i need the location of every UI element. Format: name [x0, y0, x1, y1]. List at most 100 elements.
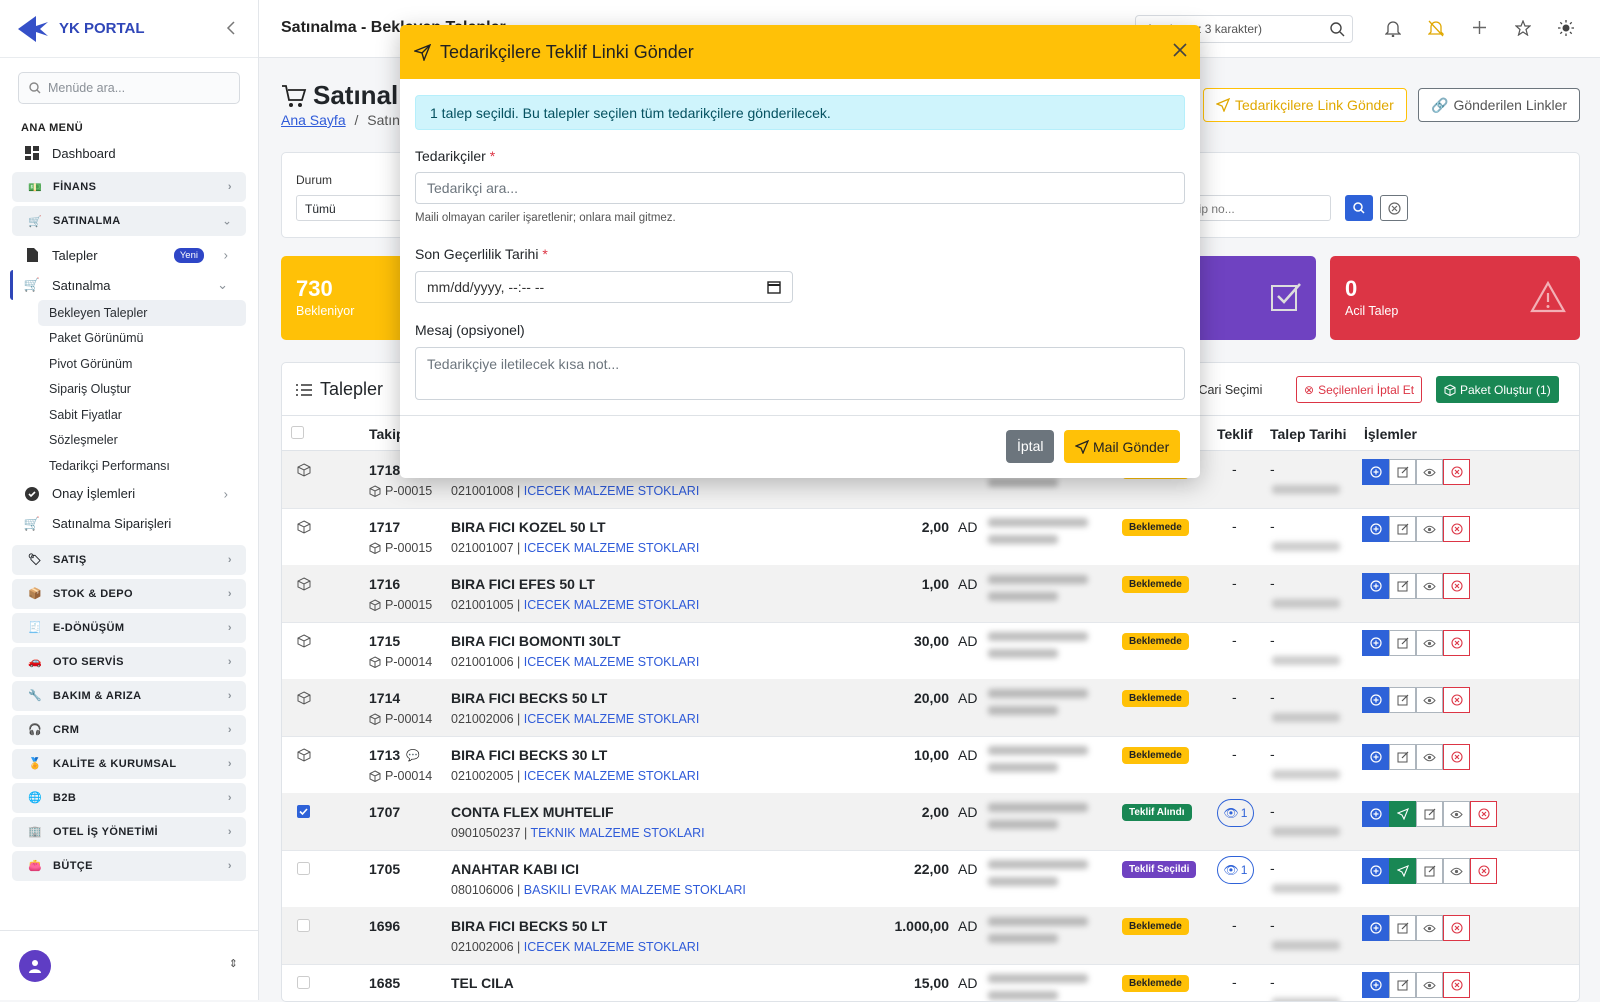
sidebar-group-b2b[interactable]: 🌐 B2B ›	[12, 782, 246, 813]
row-id[interactable]: 1715	[369, 633, 400, 649]
add-offer-button[interactable]	[1362, 459, 1389, 485]
category-link[interactable]: ICECEK MALZEME STOKLARI	[524, 712, 700, 726]
filter-clear-button[interactable]	[1380, 195, 1408, 221]
table-row[interactable]: 1696 BIRA FICI BECKS 50 LT 021002006 | I…	[282, 907, 1579, 965]
tracking-no-input[interactable]: akip no...	[1181, 195, 1331, 221]
category-link[interactable]: ICECEK MALZEME STOKLARI	[524, 769, 700, 783]
add-offer-button[interactable]	[1362, 972, 1389, 998]
menu-search-input[interactable]: Menüde ara...	[18, 72, 240, 104]
sidebar-item-siparisler[interactable]: 🛒 Satınalma Siparişleri	[0, 509, 258, 539]
category-link[interactable]: ICECEK MALZEME STOKLARI	[524, 598, 700, 612]
category-link[interactable]: TEKNIK MALZEME STOKLARI	[531, 826, 705, 840]
add-offer-button[interactable]	[1362, 687, 1389, 713]
view-button[interactable]	[1416, 630, 1443, 656]
category-link[interactable]: ICECEK MALZEME STOKLARI	[524, 940, 700, 954]
add-offer-button[interactable]	[1362, 630, 1389, 656]
cancel-row-button[interactable]	[1443, 972, 1470, 998]
cancel-row-button[interactable]	[1470, 858, 1497, 884]
sidebar-group-oto[interactable]: 🚗 OTO SERVİS ›	[12, 646, 246, 677]
expand-user-icon[interactable]: ⇕	[229, 957, 238, 970]
category-link[interactable]: ICECEK MALZEME STOKLARI	[524, 655, 700, 669]
table-row[interactable]: 1717 P-00015 BIRA FICI KOZEL 50 LT 02100…	[282, 508, 1579, 566]
category-link[interactable]: ICECEK MALZEME STOKLARI	[524, 484, 700, 498]
edit-button[interactable]	[1389, 915, 1416, 941]
sidebar-group-kalite[interactable]: 🏅 KALİTE & KURUMSAL ›	[12, 748, 246, 779]
sidebar-group-stok[interactable]: 📦 STOK & DEPO ›	[12, 578, 246, 609]
view-button[interactable]	[1416, 459, 1443, 485]
view-button[interactable]	[1416, 573, 1443, 599]
cancel-row-button[interactable]	[1443, 516, 1470, 542]
view-button[interactable]	[1443, 801, 1470, 827]
sidebar-sub-pivot[interactable]: Pivot Görünüm	[0, 351, 258, 377]
view-button[interactable]	[1416, 687, 1443, 713]
sidebar-sub-siparis[interactable]: Sipariş Oluştur	[0, 377, 258, 403]
sidebar-group-bakim[interactable]: 🔧 BAKIM & ARIZA ›	[12, 680, 246, 711]
cancel-row-button[interactable]	[1443, 630, 1470, 656]
supplier-search-input[interactable]: Tedarikçi ara...	[415, 172, 1185, 204]
row-id[interactable]: 1718	[369, 462, 400, 478]
row-id[interactable]: 1713 💬	[369, 747, 420, 763]
sidebar-group-satis[interactable]: 🏷 SATIŞ ›	[12, 544, 246, 575]
sidebar-group-butce[interactable]: 👛 BÜTÇE ›	[12, 850, 246, 881]
message-textarea[interactable]: Tedarikçiye iletilecek kısa not...	[415, 347, 1185, 400]
bell-icon[interactable]	[1385, 20, 1401, 37]
sidebar-group-finans[interactable]: 💵 FİNANS ›	[12, 172, 246, 202]
category-link[interactable]: ICECEK MALZEME STOKLARI	[524, 541, 700, 555]
sidebar-sub-sabit[interactable]: Sabit Fiyatlar	[0, 402, 258, 428]
edit-button[interactable]	[1389, 630, 1416, 656]
edit-button[interactable]	[1389, 516, 1416, 542]
send-offer-button[interactable]	[1389, 801, 1416, 827]
row-id[interactable]: 1716	[369, 576, 400, 592]
calendar-icon[interactable]	[767, 280, 781, 294]
sidebar-group-crm[interactable]: 🎧 CRM ›	[12, 714, 246, 745]
sidebar-group-otel[interactable]: 🏢 OTEL İŞ YÖNETİMİ ›	[12, 816, 246, 847]
table-row[interactable]: 1707 CONTA FLEX MUHTELIF 0901050237 | TE…	[282, 793, 1579, 851]
edit-button[interactable]	[1389, 573, 1416, 599]
row-id[interactable]: 1714	[369, 690, 400, 706]
row-checkbox[interactable]	[297, 862, 310, 875]
view-button[interactable]	[1416, 972, 1443, 998]
filter-search-button[interactable]	[1345, 195, 1373, 221]
header-tarih[interactable]: Talep Tarihi	[1270, 426, 1347, 442]
table-row[interactable]: 1685 TEL CILA 15,00 AD Beklemede - -	[282, 964, 1579, 1001]
plus-icon[interactable]	[1472, 20, 1487, 35]
cancel-row-button[interactable]	[1443, 915, 1470, 941]
cancel-button[interactable]: İptal	[1006, 430, 1055, 463]
cancel-row-button[interactable]	[1443, 687, 1470, 713]
star-icon[interactable]	[1515, 20, 1531, 36]
expiry-datetime-input[interactable]: mm/dd/yyyy, --:-- --	[415, 271, 793, 303]
sidebar-item-satinalma[interactable]: 🛒 Satınalma ⌄	[10, 270, 258, 300]
cancel-row-button[interactable]	[1443, 744, 1470, 770]
row-id[interactable]: 1717	[369, 519, 400, 535]
row-checkbox[interactable]	[297, 805, 310, 818]
collapse-sidebar-icon[interactable]	[226, 21, 236, 35]
create-package-button[interactable]: Paket Oluştur (1)	[1436, 376, 1559, 403]
sidebar-group-satinalma[interactable]: 🛒 SATINALMA ⌄	[12, 206, 246, 236]
view-button[interactable]	[1416, 744, 1443, 770]
cancel-row-button[interactable]	[1443, 459, 1470, 485]
table-row[interactable]: 1716 P-00015 BIRA FICI EFES 50 LT 021001…	[282, 565, 1579, 623]
add-offer-button[interactable]	[1362, 516, 1389, 542]
select-all-checkbox[interactable]	[291, 426, 304, 439]
send-mail-button[interactable]: Mail Gönder	[1064, 430, 1181, 463]
sidebar-group-edonusum[interactable]: 🧾 E-DÖNÜŞÜM ›	[12, 612, 246, 643]
brand[interactable]: YK PORTAL	[0, 0, 258, 58]
sidebar-sub-bekleyen[interactable]: Bekleyen Talepler	[38, 300, 246, 326]
add-offer-button[interactable]	[1362, 915, 1389, 941]
view-button[interactable]	[1416, 516, 1443, 542]
send-offer-button[interactable]	[1389, 858, 1416, 884]
theme-sun-icon[interactable]	[1558, 20, 1574, 36]
view-button[interactable]	[1443, 858, 1470, 884]
bell-off-icon[interactable]	[1428, 20, 1444, 37]
edit-button[interactable]	[1389, 744, 1416, 770]
add-offer-button[interactable]	[1362, 858, 1389, 884]
row-checkbox[interactable]	[297, 919, 310, 932]
table-row[interactable]: 1714 P-00014 BIRA FICI BECKS 50 LT 02100…	[282, 679, 1579, 737]
edit-button[interactable]	[1389, 687, 1416, 713]
send-link-button[interactable]: Tedarikçilere Link Gönder	[1203, 88, 1407, 122]
table-row[interactable]: 1713 💬 P-00014 BIRA FICI BECKS 30 LT 0210…	[282, 736, 1579, 794]
user-menu[interactable]: ⇕	[0, 930, 258, 1000]
sidebar-item-onay[interactable]: Onay İşlemleri ›	[0, 479, 258, 509]
add-offer-button[interactable]	[1362, 801, 1389, 827]
edit-button[interactable]	[1416, 801, 1443, 827]
